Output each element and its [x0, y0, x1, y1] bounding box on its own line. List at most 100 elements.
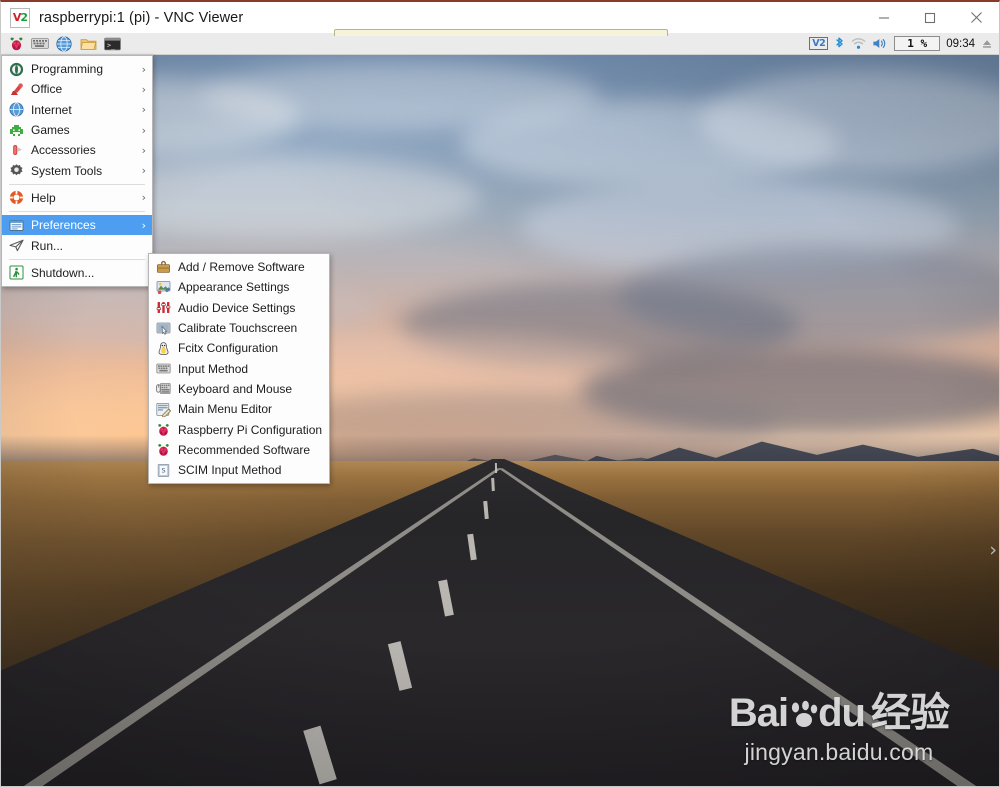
panel-launchers: >_	[1, 34, 123, 54]
chevron-right-icon: ›	[141, 143, 146, 157]
vnc-tray-badge-label: V2	[809, 36, 829, 51]
vnc-toolbar-tab[interactable]	[334, 29, 668, 36]
road-surface	[1, 458, 999, 786]
touchscreen-icon	[155, 320, 171, 336]
volume-icon[interactable]	[872, 37, 888, 50]
web-browser-icon[interactable]	[53, 34, 75, 54]
wifi-icon[interactable]	[851, 37, 866, 50]
raspberry-icon	[155, 422, 171, 438]
raspberry-icon	[155, 442, 171, 458]
menu-item-label: Accessories	[31, 143, 96, 158]
submenu-item-label: Calibrate Touchscreen	[178, 321, 298, 336]
chevron-right-icon: ›	[141, 82, 146, 96]
bluetooth-icon[interactable]	[834, 36, 845, 51]
menu-item-label: Help	[31, 190, 56, 205]
vnc-viewer-logo-icon: V2	[10, 7, 30, 28]
keyboard-mouse-icon	[155, 381, 171, 397]
menu-item-label: Games	[31, 123, 70, 138]
software-box-icon	[155, 259, 171, 275]
submenu-item-main-menu-editor[interactable]: Main Menu Editor	[149, 399, 329, 419]
chevron-right-icon: ›	[141, 62, 146, 76]
terminal-icon[interactable]: >_	[101, 34, 123, 54]
submenu-item-add-remove-software[interactable]: Add / Remove Software	[149, 257, 329, 277]
submenu-item-audio-device-settings[interactable]: Audio Device Settings	[149, 298, 329, 318]
remote-desktop-viewport[interactable]: Bai du 经验 jingyan.baidu.com › >_ V2 1 % …	[1, 33, 999, 786]
maximize-button[interactable]	[907, 2, 953, 33]
submenu-item-label: Raspberry Pi Configuration	[178, 422, 323, 437]
programming-icon	[8, 61, 24, 77]
menu-item-games[interactable]: Games ›	[2, 120, 152, 140]
logo-letter-v: V	[12, 11, 21, 24]
preferences-submenu[interactable]: Add / Remove Software Appearance Setting…	[148, 253, 330, 485]
chevron-right-icon: ›	[141, 191, 146, 205]
keyboard-icon[interactable]	[29, 34, 51, 54]
menu-item-label: Preferences	[31, 218, 96, 233]
menu-item-label: Office	[31, 82, 63, 97]
help-icon	[8, 190, 24, 206]
raspberry-menu-icon[interactable]	[5, 34, 27, 54]
file-manager-icon[interactable]	[77, 34, 99, 54]
menu-item-office[interactable]: Office ›	[2, 79, 152, 99]
menu-item-system-tools[interactable]: System Tools ›	[2, 160, 152, 180]
window-title: raspberrypi:1 (pi) - VNC Viewer	[39, 9, 244, 26]
submenu-item-label: Keyboard and Mouse	[178, 381, 293, 396]
vnc-viewer-window: V2 raspberrypi:1 (pi) - VNC Viewer Bai d…	[0, 0, 1000, 787]
appearance-icon	[155, 279, 171, 295]
submenu-item-keyboard-and-mouse[interactable]: Keyboard and Mouse	[149, 379, 329, 399]
svg-text:>_: >_	[107, 41, 115, 49]
menu-item-label: Internet	[31, 102, 72, 117]
minimize-button[interactable]	[861, 2, 907, 33]
logo-letter-2: 2	[20, 11, 28, 24]
window-controls	[861, 2, 999, 33]
svg-text:S: S	[161, 466, 165, 474]
cpu-usage-label: 1 %	[907, 37, 928, 50]
menu-item-label: Shutdown...	[31, 265, 95, 280]
vnc-server-tray-icon[interactable]: V2	[809, 36, 829, 51]
system-tray: V2 1 % 09:34	[809, 33, 999, 55]
menu-item-run[interactable]: Run...	[2, 235, 152, 255]
run-icon	[8, 238, 24, 254]
menu-item-programming[interactable]: Programming ›	[2, 59, 152, 79]
shutdown-icon	[8, 265, 24, 281]
road-region	[1, 458, 999, 786]
office-icon	[8, 81, 24, 97]
submenu-item-label: Recommended Software	[178, 442, 311, 457]
submenu-item-raspberry-pi-configuration[interactable]: Raspberry Pi Configuration	[149, 419, 329, 439]
clock-widget[interactable]: 09:34	[946, 38, 975, 50]
lxde-taskbar-panel: >_ V2 1 % 09:34	[1, 33, 999, 55]
menu-item-preferences[interactable]: Preferences ›	[2, 215, 152, 236]
menu-item-label: System Tools	[31, 163, 103, 178]
eject-icon[interactable]	[981, 38, 993, 50]
menu-separator	[9, 211, 145, 213]
submenu-item-recommended-software[interactable]: Recommended Software	[149, 440, 329, 460]
menu-item-shutdown[interactable]: Shutdown...	[2, 263, 152, 283]
fcitx-penguin-icon	[155, 340, 171, 356]
close-button[interactable]	[953, 2, 999, 33]
menu-item-accessories[interactable]: Accessories ›	[2, 140, 152, 160]
menu-separator	[9, 258, 145, 260]
input-method-keyboard-icon	[155, 361, 171, 377]
application-main-menu[interactable]: Programming › Office › Internet › Games …	[1, 55, 153, 287]
submenu-item-appearance-settings[interactable]: Appearance Settings	[149, 277, 329, 297]
lane-dash	[491, 478, 495, 492]
audio-sliders-icon	[155, 300, 171, 316]
chevron-right-icon: ›	[141, 123, 146, 137]
submenu-item-label: Audio Device Settings	[178, 300, 296, 315]
chevron-right-icon: ›	[141, 218, 146, 232]
menu-item-internet[interactable]: Internet ›	[2, 100, 152, 120]
accessories-icon	[8, 142, 24, 158]
submenu-item-label: Main Menu Editor	[178, 402, 273, 417]
submenu-item-label: Add / Remove Software	[178, 260, 305, 275]
games-icon	[8, 122, 24, 138]
submenu-item-scim-input-method[interactable]: S SCIM Input Method	[149, 460, 329, 480]
submenu-item-label: SCIM Input Method	[178, 463, 282, 478]
chevron-right-icon: ›	[141, 103, 146, 117]
submenu-item-fcitx-configuration[interactable]: Fcitx Configuration	[149, 338, 329, 358]
submenu-item-calibrate-touchscreen[interactable]: Calibrate Touchscreen	[149, 318, 329, 338]
cpu-usage-monitor[interactable]: 1 %	[894, 36, 941, 51]
chevron-right-icon[interactable]: ›	[989, 539, 997, 561]
menu-item-help[interactable]: Help ›	[2, 188, 152, 208]
submenu-item-label: Appearance Settings	[178, 280, 290, 295]
menu-separator	[9, 183, 145, 185]
submenu-item-input-method[interactable]: Input Method	[149, 358, 329, 378]
